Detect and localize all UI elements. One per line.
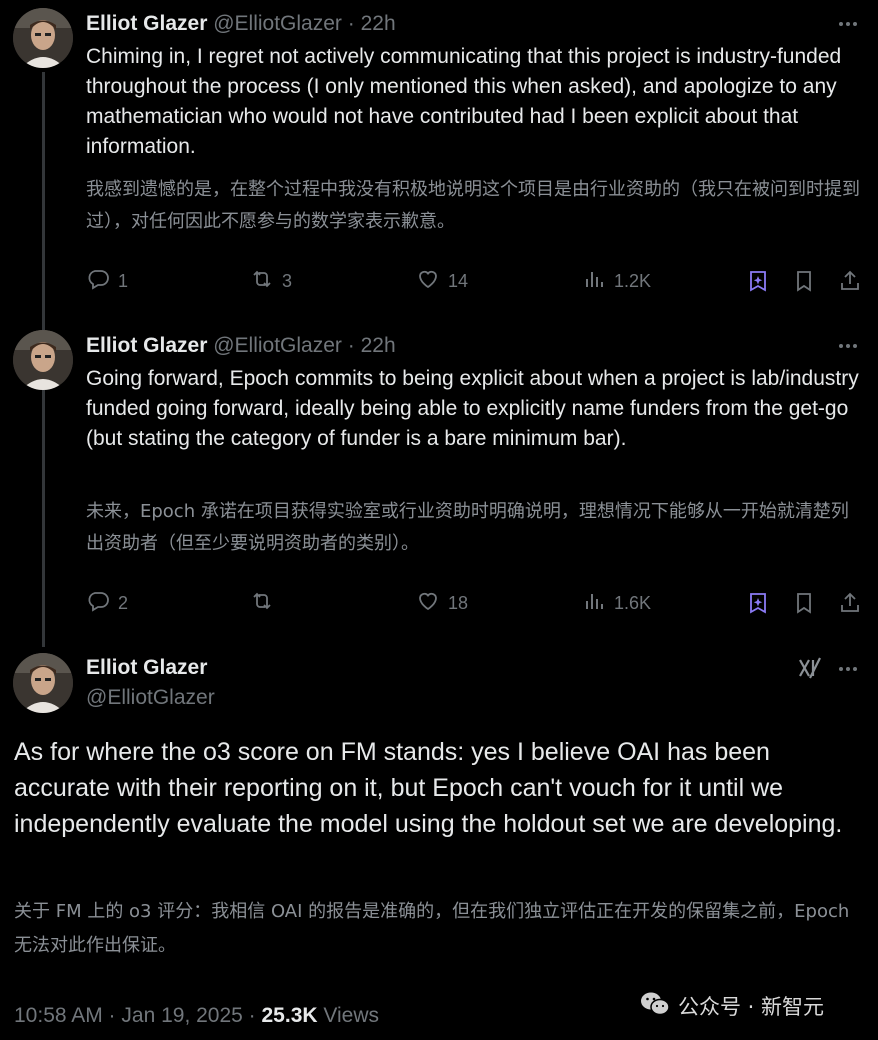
author-name[interactable]: Elliot Glazer: [86, 334, 207, 357]
tweet-header: Elliot Glazer @ElliotGlazer · 22h: [86, 11, 396, 37]
views-count: 1.2K: [614, 270, 652, 291]
tweet-translation: 关于 FM 上的 o3 评分：我相信 OAI 的报告是准确的，但在我们独立评估正…: [14, 901, 850, 956]
tweet-text: Chiming in, I regret not actively commun…: [86, 45, 842, 158]
like-icon: [416, 589, 440, 618]
tweet-actions: 1 3 14 1.2K: [86, 266, 878, 296]
watermark-text: 公众号 · 新智元: [678, 995, 825, 1019]
views-icon: [582, 267, 606, 296]
repost-icon: [250, 267, 274, 296]
grok-logo-icon[interactable]: [797, 655, 823, 681]
separator: ·: [347, 12, 355, 35]
author-handle[interactable]: @ElliotGlazer: [213, 12, 342, 35]
reply-count: 1: [118, 270, 129, 291]
reply-icon: [86, 267, 110, 296]
more-icon[interactable]: [836, 657, 860, 681]
views-icon: [582, 589, 606, 618]
tweet-meta: 10:58 AM · Jan 19, 2025 · 25.3K Views: [14, 1004, 379, 1028]
watermark: 公众号 · 新智元: [640, 990, 824, 1022]
bookmark-icon[interactable]: [792, 588, 816, 618]
tweet-actions: 2 18 1.6K: [86, 588, 878, 618]
reply-count: 2: [118, 592, 129, 613]
wechat-icon: [640, 991, 678, 1022]
like-button[interactable]: 14: [416, 266, 468, 296]
avatar[interactable]: [13, 330, 73, 390]
author-name[interactable]: Elliot Glazer: [86, 12, 207, 35]
separator: ·: [347, 334, 355, 357]
repost-count: 3: [282, 270, 293, 291]
repost-button[interactable]: 3: [250, 266, 292, 296]
avatar[interactable]: [13, 8, 73, 68]
author-handle[interactable]: @ElliotGlazer: [86, 686, 215, 710]
tweet-text: As for where the o3 score on FM stands: …: [14, 738, 843, 838]
bookmark-icon[interactable]: [792, 266, 816, 296]
reply-icon: [86, 589, 110, 618]
reply-button[interactable]: 2: [86, 588, 128, 618]
like-icon: [416, 267, 440, 296]
tweet-text: Going forward, Epoch commits to being ex…: [86, 367, 859, 450]
grok-icon[interactable]: [746, 266, 770, 296]
share-icon[interactable]: [838, 588, 862, 618]
reply-button[interactable]: 1: [86, 266, 128, 296]
repost-button[interactable]: [250, 588, 282, 618]
views-count: 25.3K: [261, 1004, 318, 1027]
tweet-time[interactable]: 22h: [361, 334, 396, 357]
views-button[interactable]: 1.6K: [582, 588, 651, 618]
author-name[interactable]: Elliot Glazer: [86, 656, 207, 680]
tweet-translation: 我感到遗憾的是，在整个过程中我没有积极地说明这个项目是由行业资助的（我只在被问到…: [86, 179, 860, 232]
more-icon[interactable]: [836, 334, 860, 358]
like-count: 18: [448, 592, 469, 613]
avatar[interactable]: [13, 653, 73, 713]
views-button[interactable]: 1.2K: [582, 266, 651, 296]
repost-icon: [250, 589, 274, 618]
more-icon[interactable]: [836, 12, 860, 36]
tweet-translation: 未来，Epoch 承诺在项目获得实验室或行业资助时明确说明，理想情况下能够从一开…: [86, 501, 849, 554]
views-count: 1.6K: [614, 592, 652, 613]
grok-icon[interactable]: [746, 588, 770, 618]
like-count: 14: [448, 270, 469, 291]
like-button[interactable]: 18: [416, 588, 468, 618]
share-icon[interactable]: [838, 266, 862, 296]
author-handle[interactable]: @ElliotGlazer: [213, 334, 342, 357]
separator: ·: [248, 1004, 262, 1027]
views-label: Views: [323, 1004, 380, 1027]
tweet-timestamp[interactable]: 10:58 AM · Jan 19, 2025: [14, 1004, 243, 1027]
tweet-header: Elliot Glazer @ElliotGlazer · 22h: [86, 333, 396, 359]
tweet-time[interactable]: 22h: [361, 12, 396, 35]
